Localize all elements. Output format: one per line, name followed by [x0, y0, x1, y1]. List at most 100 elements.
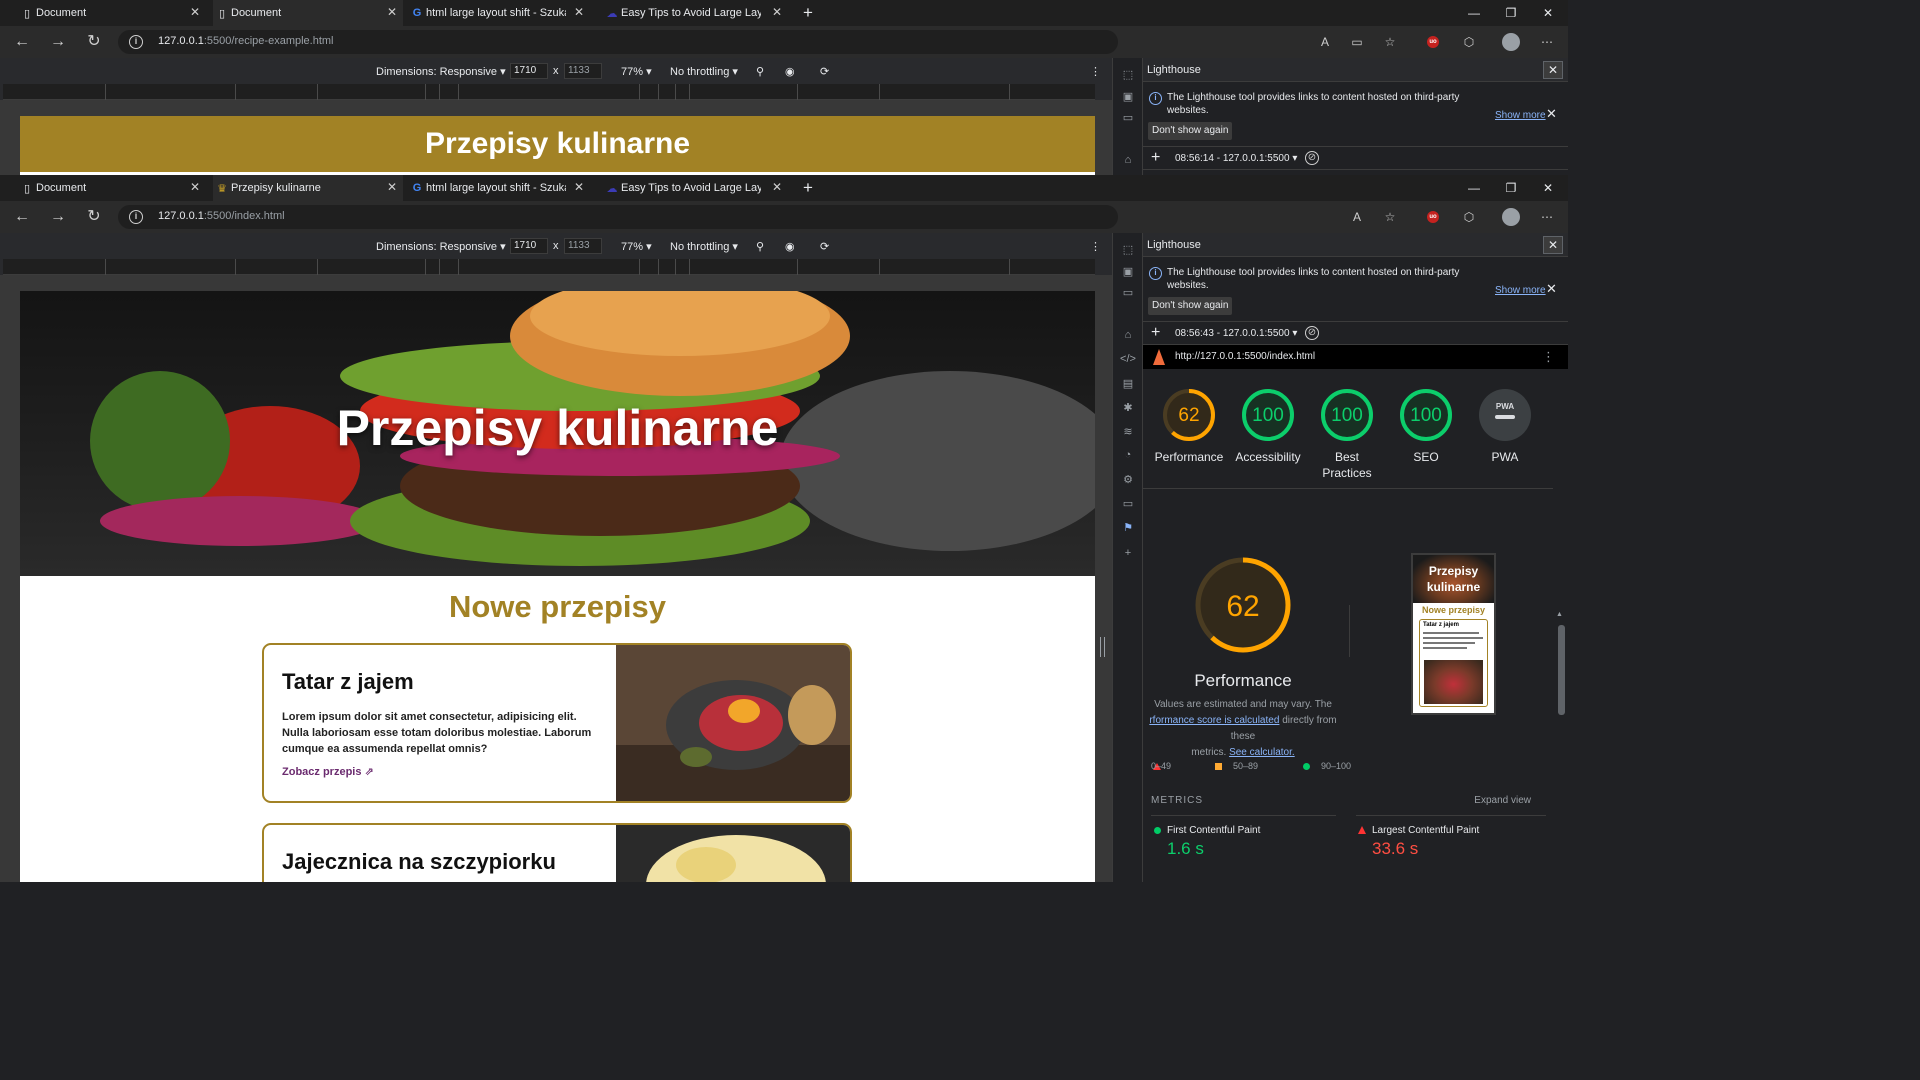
tab-google-search[interactable]: G html large layout shift - Szukaj w ✕	[408, 0, 590, 26]
lighthouse-icon[interactable]: ⚑	[1120, 521, 1136, 537]
bug-icon[interactable]: ✱	[1120, 401, 1136, 417]
url-input[interactable]: i 127.0.0.1:5500/recipe-example.html	[118, 30, 1118, 54]
application-icon[interactable]: ▭	[1120, 497, 1136, 513]
throttling-dropdown[interactable]: No throttling ▾	[670, 240, 738, 253]
back-icon[interactable]: ←	[12, 32, 32, 52]
touch-icon[interactable]: ⚲	[756, 240, 764, 253]
gauge-accessibility[interactable]: 100 Accessibility	[1228, 387, 1308, 487]
gauge-pwa[interactable]: PWA PWA	[1465, 387, 1545, 487]
dont-show-again-button[interactable]: Don't show again	[1148, 122, 1233, 140]
final-screenshot-thumbnail[interactable]: Przepisy kulinarne Nowe przepisy Tatar z…	[1411, 553, 1496, 715]
inspect-icon[interactable]: ⬚	[1120, 243, 1136, 259]
rotate-icon[interactable]: ⟳	[820, 65, 829, 78]
new-report-icon[interactable]: +	[1151, 149, 1160, 167]
close-window-icon[interactable]: ✕	[1538, 3, 1558, 23]
rotate-icon[interactable]: ⟳	[820, 240, 829, 253]
report-select[interactable]: 08:56:14 - 127.0.0.1:5500 ▾	[1175, 153, 1297, 164]
close-icon[interactable]: ✕	[1543, 236, 1563, 254]
new-report-icon[interactable]: +	[1151, 324, 1160, 342]
forward-icon[interactable]: →	[48, 207, 68, 227]
reader-view-icon[interactable]: ▭	[1348, 33, 1366, 51]
dimensions-dropdown[interactable]: Dimensions: Responsive ▾	[376, 240, 506, 253]
device-emulation-icon[interactable]: ▣	[1120, 90, 1136, 106]
scroll-up-icon[interactable]: ▲	[1556, 611, 1563, 618]
score-calculated-link[interactable]: rformance score is calculated	[1149, 715, 1279, 726]
height-input[interactable]: 1133	[564, 238, 602, 254]
close-icon[interactable]: ✕	[188, 180, 202, 194]
avatar[interactable]	[1502, 208, 1520, 226]
console-icon[interactable]: ▤	[1120, 377, 1136, 393]
more-tools-icon[interactable]: +	[1120, 547, 1136, 563]
zoom-dropdown[interactable]: 77% ▾	[621, 65, 652, 78]
close-icon[interactable]: ✕	[1546, 281, 1557, 297]
width-input[interactable]: 1710	[510, 238, 548, 254]
close-icon[interactable]: ✕	[385, 180, 399, 194]
device-emulation-icon[interactable]: ▣	[1120, 265, 1136, 281]
extensions-icon[interactable]: ⬡	[1460, 208, 1478, 226]
close-icon[interactable]: ✕	[572, 180, 586, 194]
new-tab-icon[interactable]: +	[798, 178, 818, 198]
close-icon[interactable]: ✕	[572, 5, 586, 19]
device-toolbar-menu-icon[interactable]: ⋮	[1090, 65, 1101, 78]
gauge-best-practices[interactable]: 100 Best Practices	[1307, 387, 1387, 487]
report-select[interactable]: 08:56:43 - 127.0.0.1:5500 ▾	[1175, 328, 1297, 339]
favorites-star-icon[interactable]: ☆	[1381, 208, 1399, 226]
read-aloud-icon[interactable]: A	[1316, 33, 1334, 51]
clear-icon[interactable]: ⊘	[1305, 326, 1319, 340]
tab-document[interactable]: ▯ Document ✕	[18, 175, 206, 201]
vision-icon[interactable]: ◉	[785, 240, 795, 253]
close-icon[interactable]: ✕	[1546, 106, 1557, 122]
see-calculator-link[interactable]: See calculator.	[1229, 747, 1295, 758]
close-window-icon[interactable]: ✕	[1538, 178, 1558, 198]
resize-handle[interactable]	[1100, 637, 1105, 657]
reload-icon[interactable]: ↻	[84, 207, 104, 227]
home-icon[interactable]: ⌂	[1120, 154, 1136, 170]
width-input[interactable]: 1710	[510, 63, 548, 79]
more-menu-icon[interactable]: ⋯	[1538, 33, 1556, 51]
minimize-icon[interactable]: —	[1464, 178, 1484, 198]
network-icon[interactable]: ≋	[1120, 425, 1136, 441]
url-input[interactable]: i 127.0.0.1:5500/index.html	[118, 205, 1118, 229]
recipe-link[interactable]: Zobacz przepis ⇗	[282, 765, 374, 778]
reload-icon[interactable]: ↻	[84, 32, 104, 52]
performance-icon[interactable]: ◔	[1120, 449, 1136, 465]
favorites-star-icon[interactable]: ☆	[1381, 33, 1399, 51]
device-toolbar-menu-icon[interactable]: ⋮	[1090, 240, 1101, 253]
dont-show-again-button[interactable]: Don't show again	[1148, 297, 1233, 315]
new-tab-icon[interactable]: +	[798, 3, 818, 23]
site-info-icon[interactable]: i	[129, 35, 143, 49]
tab-document-1[interactable]: ▯ Document ✕	[18, 0, 206, 26]
close-icon[interactable]: ✕	[770, 180, 784, 194]
clear-icon[interactable]: ⊘	[1305, 151, 1319, 165]
forward-icon[interactable]: →	[48, 32, 68, 52]
minimize-icon[interactable]: —	[1464, 3, 1484, 23]
touch-icon[interactable]: ⚲	[756, 65, 764, 78]
restore-icon[interactable]: ❐	[1501, 178, 1521, 198]
tab-layout-tips[interactable]: ☁ Easy Tips to Avoid Large Layout S ✕	[603, 0, 788, 26]
tab-document-2[interactable]: ▯ Document ✕	[213, 0, 403, 26]
dimensions-dropdown[interactable]: Dimensions: Responsive ▾	[376, 65, 506, 78]
back-icon[interactable]: ←	[12, 207, 32, 227]
show-more-link[interactable]: Show more	[1495, 110, 1546, 121]
close-icon[interactable]: ✕	[188, 5, 202, 19]
tab-google-search[interactable]: G html large layout shift - Szukaj w ✕	[408, 175, 590, 201]
more-menu-icon[interactable]: ⋯	[1538, 208, 1556, 226]
tab-layout-tips[interactable]: ☁ Easy Tips to Avoid Large Layout S ✕	[603, 175, 788, 201]
restore-icon[interactable]: ❐	[1501, 3, 1521, 23]
close-icon[interactable]: ✕	[770, 5, 784, 19]
gauge-performance[interactable]: 62 Performance	[1149, 387, 1229, 487]
close-icon[interactable]: ✕	[385, 5, 399, 19]
scrollbar-thumb[interactable]	[1558, 625, 1565, 715]
expand-view-toggle[interactable]: Expand view	[1474, 795, 1531, 806]
show-more-link[interactable]: Show more	[1495, 285, 1546, 296]
close-icon[interactable]: ✕	[1543, 61, 1563, 79]
vision-icon[interactable]: ◉	[785, 65, 795, 78]
home-icon[interactable]: ⌂	[1120, 329, 1136, 345]
read-aloud-icon[interactable]: A	[1348, 208, 1366, 226]
zoom-dropdown[interactable]: 77% ▾	[621, 240, 652, 253]
inspect-icon[interactable]: ⬚	[1120, 68, 1136, 84]
ublock-extension-icon[interactable]: uo	[1427, 211, 1439, 223]
settings-gear-icon[interactable]: ⚙	[1120, 473, 1136, 489]
throttling-dropdown[interactable]: No throttling ▾	[670, 65, 738, 78]
extensions-icon[interactable]: ⬡	[1460, 33, 1478, 51]
